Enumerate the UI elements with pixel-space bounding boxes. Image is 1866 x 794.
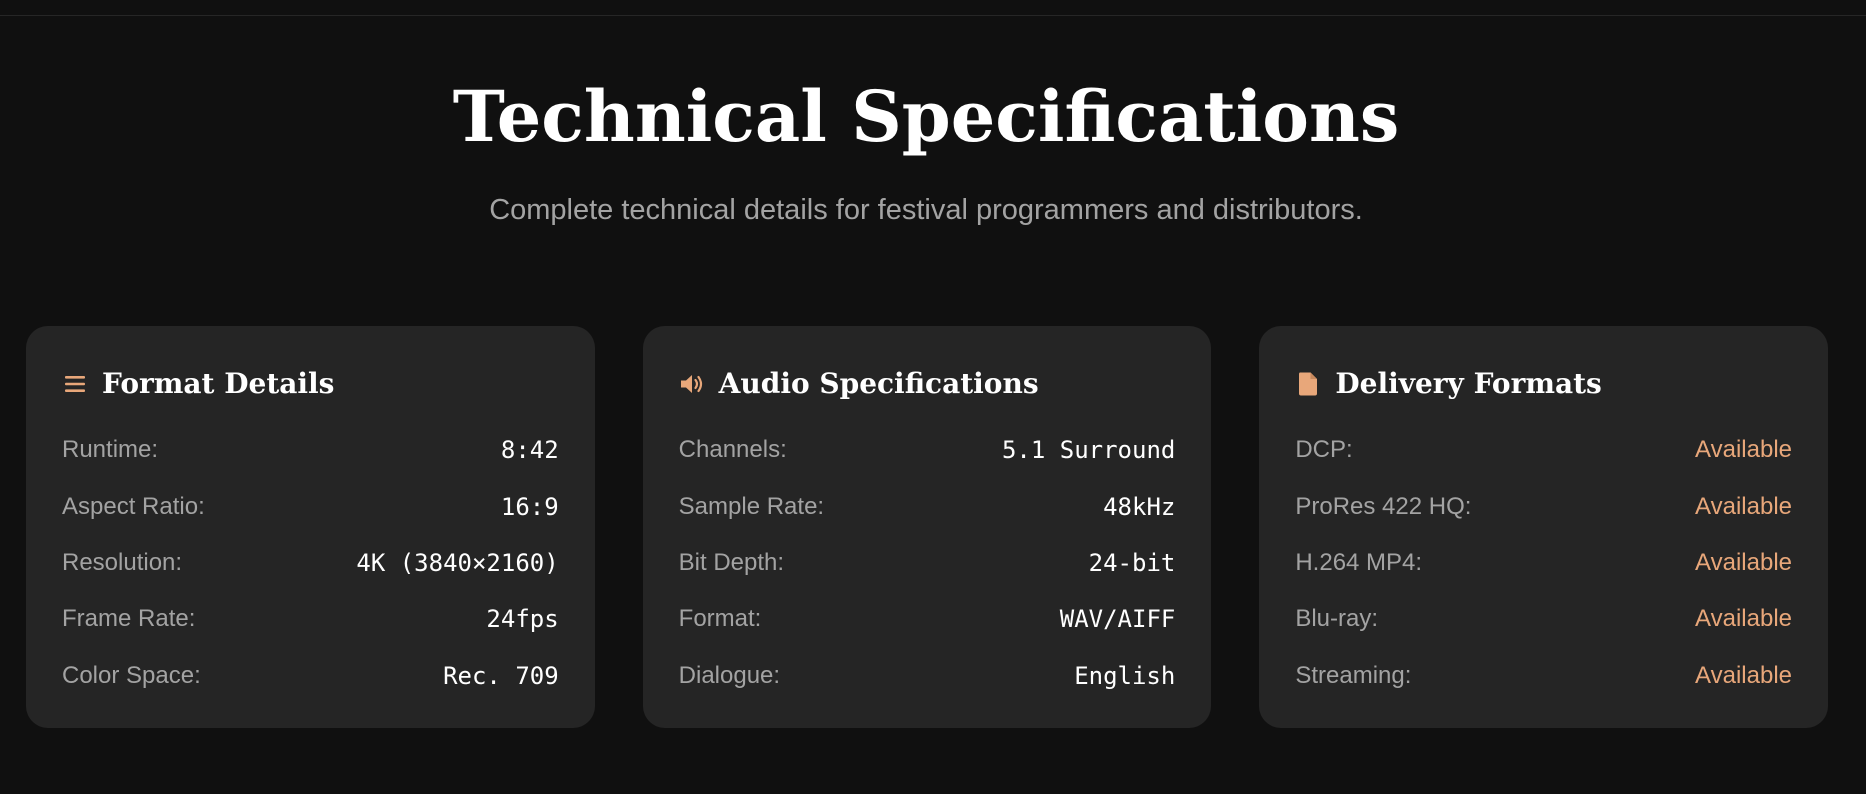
spec-row: ProRes 422 HQ: Available bbox=[1295, 478, 1792, 534]
spec-value: 4K (3840×2160) bbox=[356, 548, 559, 577]
delivery-formats-card: Delivery Formats DCP: Available ProRes 4… bbox=[1259, 326, 1829, 728]
availability-status: Available bbox=[1695, 492, 1793, 520]
spec-row: Streaming: Available bbox=[1295, 648, 1792, 704]
spec-row: Color Space: Rec. 709 bbox=[62, 648, 559, 704]
file-icon bbox=[1295, 371, 1321, 397]
speaker-icon bbox=[679, 371, 705, 397]
spec-label: Frame Rate: bbox=[62, 605, 196, 633]
spec-label: Channels: bbox=[678, 436, 787, 464]
spec-row: Frame Rate: 24fps bbox=[62, 591, 559, 647]
spec-row: Resolution: 4K (3840×2160) bbox=[62, 535, 559, 591]
spec-label: Dialogue: bbox=[678, 661, 781, 689]
spec-value: 48kHz bbox=[1103, 492, 1176, 521]
spec-value: 8:42 bbox=[500, 436, 559, 465]
spec-label: Color Space: bbox=[62, 661, 201, 689]
availability-status: Available bbox=[1695, 548, 1793, 576]
spec-row: Bit Depth: 24-bit bbox=[679, 535, 1176, 591]
spec-label: DCP: bbox=[1295, 436, 1353, 464]
card-title: Audio Specifications bbox=[718, 367, 1039, 400]
spec-value: WAV/AIFF bbox=[1059, 605, 1176, 634]
spec-value: English bbox=[1074, 661, 1176, 690]
spec-row: Dialogue: English bbox=[679, 648, 1176, 704]
spec-row: Runtime: 8:42 bbox=[62, 422, 559, 478]
spec-value: 24-bit bbox=[1088, 548, 1176, 577]
spec-label: Format: bbox=[678, 605, 762, 633]
format-details-card: Format Details Runtime: 8:42 Aspect Rati… bbox=[26, 326, 595, 728]
spec-value: Rec. 709 bbox=[443, 661, 559, 690]
availability-status: Available bbox=[1695, 436, 1793, 464]
card-header: Audio Specifications bbox=[679, 366, 1176, 402]
spec-value: 5.1 Surround bbox=[1001, 436, 1176, 465]
spec-row: DCP: Available bbox=[1295, 422, 1792, 478]
page-subtitle: Complete technical details for festival … bbox=[489, 194, 1363, 226]
spec-row: H.264 MP4: Available bbox=[1295, 535, 1792, 591]
list-icon bbox=[62, 371, 88, 397]
spec-label: Blu-ray: bbox=[1295, 605, 1379, 633]
spec-label: Resolution: bbox=[62, 548, 183, 576]
audio-specifications-card: Audio Specifications Channels: 5.1 Surro… bbox=[642, 326, 1212, 728]
spec-row: Aspect Ratio: 16:9 bbox=[62, 478, 559, 534]
page-title: Technical Specifications bbox=[452, 75, 1400, 158]
spec-row: Format: WAV/AIFF bbox=[679, 591, 1176, 647]
spec-value: 24fps bbox=[486, 605, 559, 634]
top-divider bbox=[0, 15, 1866, 16]
spec-label: H.264 MP4: bbox=[1295, 548, 1423, 576]
availability-status: Available bbox=[1695, 661, 1793, 689]
card-title: Format Details bbox=[102, 367, 335, 400]
spec-label: ProRes 422 HQ: bbox=[1295, 492, 1472, 520]
spec-row: Blu-ray: Available bbox=[1295, 591, 1792, 647]
spec-label: Runtime: bbox=[62, 436, 159, 464]
spec-label: Sample Rate: bbox=[678, 492, 825, 520]
card-title: Delivery Formats bbox=[1335, 367, 1602, 400]
spec-label: Streaming: bbox=[1295, 661, 1412, 689]
card-header: Delivery Formats bbox=[1295, 366, 1792, 402]
spec-row: Sample Rate: 48kHz bbox=[679, 478, 1176, 534]
spec-row: Channels: 5.1 Surround bbox=[679, 422, 1176, 478]
spec-label: Aspect Ratio: bbox=[62, 492, 205, 520]
spec-value: 16:9 bbox=[500, 492, 559, 521]
spec-label: Bit Depth: bbox=[678, 548, 785, 576]
availability-status: Available bbox=[1695, 605, 1793, 633]
spec-cards: Format Details Runtime: 8:42 Aspect Rati… bbox=[26, 326, 1829, 728]
card-header: Format Details bbox=[62, 366, 559, 402]
